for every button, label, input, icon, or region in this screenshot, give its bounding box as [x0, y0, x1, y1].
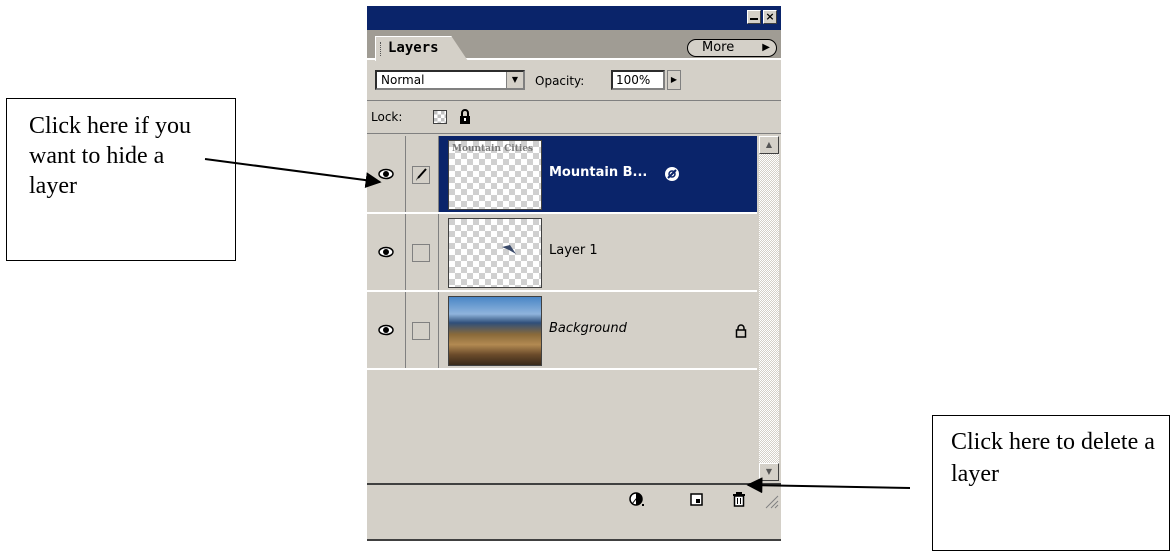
- arrow-to-trash: [746, 477, 911, 494]
- tab-label: Layers: [388, 40, 439, 56]
- grip-icon: [380, 42, 384, 56]
- arrow-to-visibility: [204, 158, 382, 189]
- annotation-arrows: [204, 158, 911, 494]
